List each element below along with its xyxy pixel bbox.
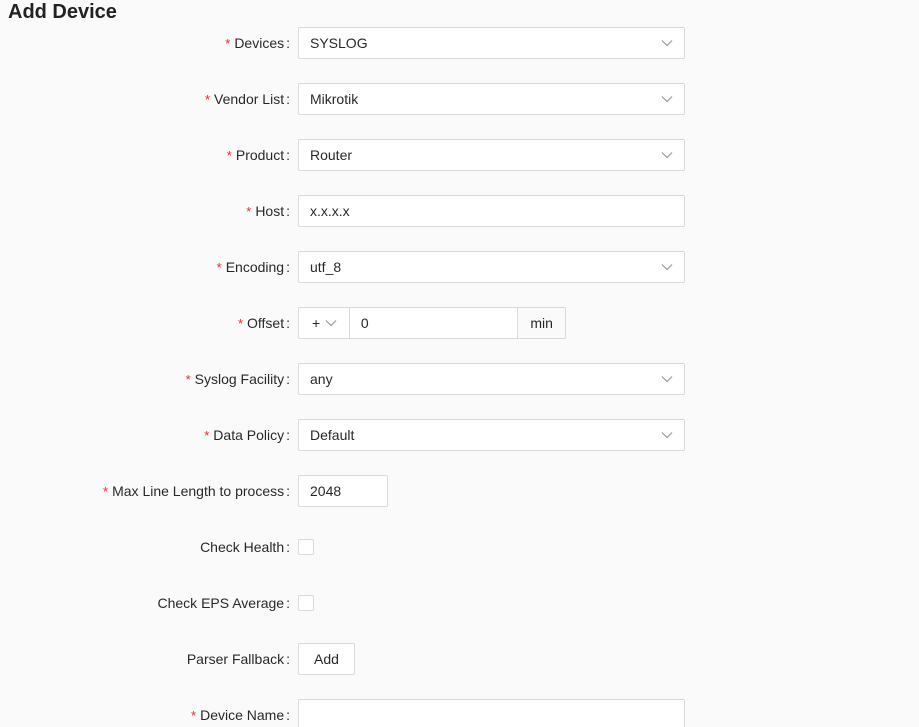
max-line-length-row: * Max Line Length to process: 2048	[0, 475, 919, 507]
chevron-down-icon	[661, 261, 673, 273]
max-line-length-input[interactable]: 2048	[298, 475, 388, 507]
data-policy-value: Default	[310, 427, 355, 443]
check-eps-row: Check EPS Average:	[0, 587, 919, 619]
check-health-row: Check Health:	[0, 531, 919, 563]
vendor-select-value: Mikrotik	[310, 91, 359, 107]
host-label: * Host:	[246, 203, 290, 219]
syslog-facility-value: any	[310, 371, 333, 387]
chevron-down-icon	[661, 93, 673, 105]
encoding-select-value: utf_8	[310, 259, 342, 275]
product-select-value: Router	[310, 147, 353, 163]
chevron-down-icon	[661, 37, 673, 49]
check-eps-checkbox[interactable]	[298, 595, 314, 611]
product-select[interactable]: Router	[298, 139, 685, 171]
device-name-input[interactable]	[298, 699, 685, 727]
offset-value: 0	[360, 315, 369, 331]
encoding-label: * Encoding:	[216, 259, 290, 275]
chevron-down-icon	[661, 373, 673, 385]
chevron-down-icon	[325, 317, 337, 329]
devices-label: * Devices:	[225, 35, 290, 51]
syslog-facility-select[interactable]: any	[298, 363, 685, 395]
host-input-value: x.x.x.x	[310, 203, 350, 219]
host-row: * Host: x.x.x.x	[0, 195, 919, 227]
offset-unit-addon: min	[518, 307, 566, 339]
vendor-row: * Vendor List: Mikrotik	[0, 83, 919, 115]
vendor-select[interactable]: Mikrotik	[298, 83, 685, 115]
devices-select[interactable]: SYSLOG	[298, 27, 685, 59]
check-health-checkbox[interactable]	[298, 539, 314, 555]
encoding-select[interactable]: utf_8	[298, 251, 685, 283]
offset-label: * Offset:	[237, 315, 290, 331]
product-row: * Product: Router	[0, 139, 919, 171]
syslog-facility-label: * Syslog Facility:	[185, 371, 290, 387]
offset-row: * Offset: + 0 min	[0, 307, 919, 339]
parser-fallback-row: Parser Fallback: Add	[0, 643, 919, 675]
devices-row: * Devices: SYSLOG	[0, 27, 919, 59]
parser-fallback-add-button[interactable]: Add	[298, 643, 355, 675]
offset-value-input[interactable]: 0	[349, 307, 519, 339]
encoding-row: * Encoding: utf_8	[0, 251, 919, 283]
offset-sign-value: +	[312, 315, 321, 331]
check-eps-label: Check EPS Average:	[157, 595, 291, 611]
offset-input-group: + 0 min	[298, 307, 566, 339]
syslog-facility-row: * Syslog Facility: any	[0, 363, 919, 395]
data-policy-label: * Data Policy:	[204, 427, 290, 443]
host-input[interactable]: x.x.x.x	[298, 195, 685, 227]
parser-fallback-label: Parser Fallback:	[186, 651, 290, 667]
device-name-row: * Device Name:	[0, 699, 919, 727]
data-policy-select[interactable]: Default	[298, 419, 685, 451]
page-title: Add Device	[8, 1, 117, 23]
device-name-label: * Device Name:	[191, 707, 290, 723]
offset-sign-select[interactable]: +	[298, 307, 350, 339]
devices-select-value: SYSLOG	[310, 35, 368, 51]
product-label: * Product:	[226, 147, 290, 163]
chevron-down-icon	[661, 149, 673, 161]
check-health-label: Check Health:	[200, 539, 290, 555]
data-policy-row: * Data Policy: Default	[0, 419, 919, 451]
max-line-length-label: * Max Line Length to process:	[103, 483, 290, 499]
max-line-length-value: 2048	[310, 483, 342, 499]
chevron-down-icon	[661, 429, 673, 441]
vendor-label: * Vendor List:	[204, 91, 290, 107]
